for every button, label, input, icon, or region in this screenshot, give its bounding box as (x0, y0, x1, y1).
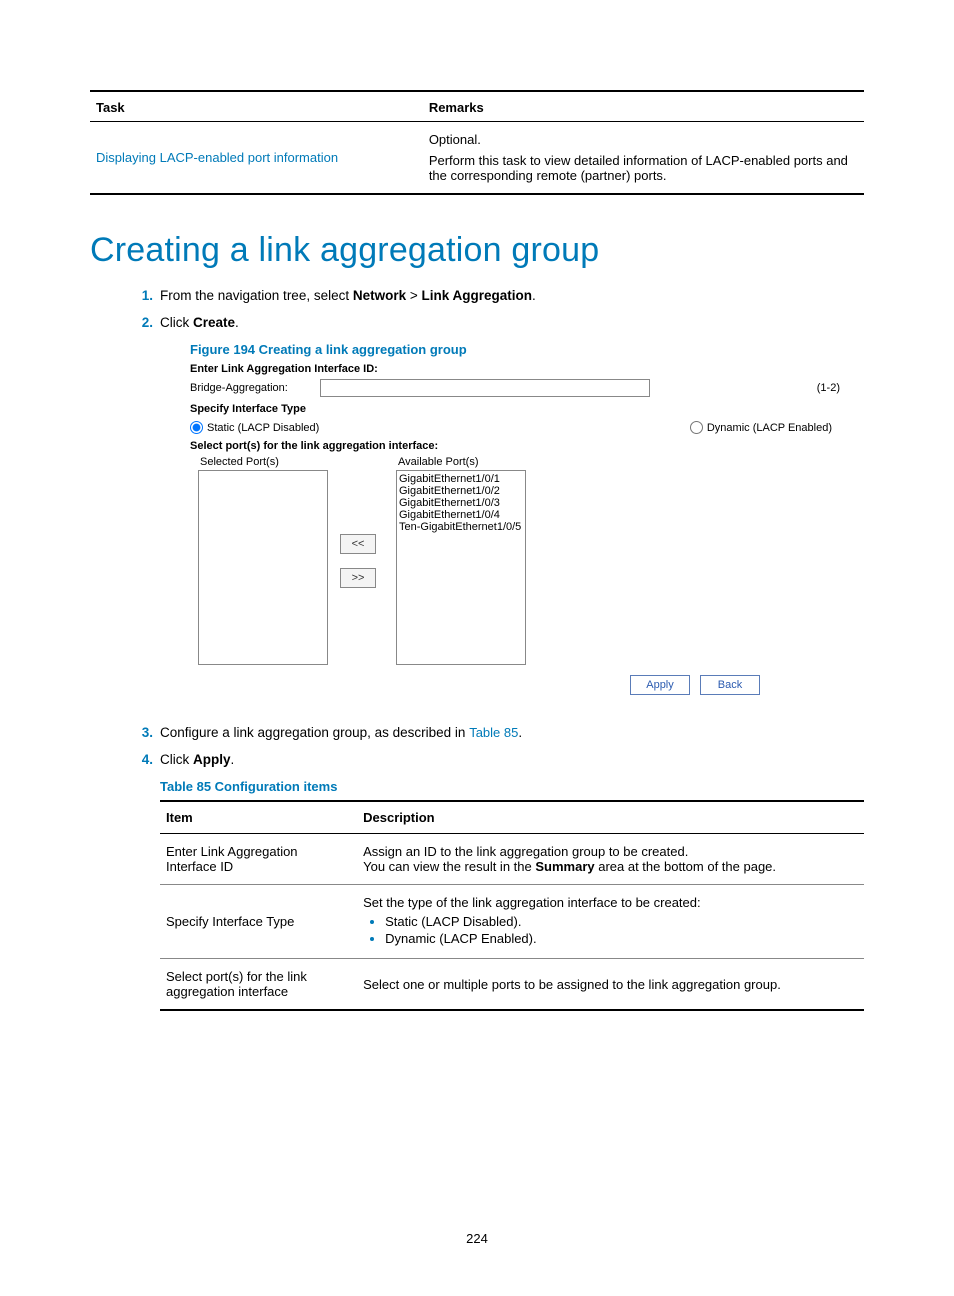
config-items-table: Item Description Enter Link Aggregation … (160, 800, 864, 1011)
table-row: Enter Link Aggregation Interface ID Assi… (160, 834, 864, 885)
list-item[interactable]: GigabitEthernet1/0/1 (399, 473, 523, 485)
bridge-agg-hint: (1-2) (817, 382, 840, 394)
move-right-button[interactable]: >> (340, 568, 376, 588)
enter-id-label: Enter Link Aggregation Interface ID: (190, 363, 840, 375)
table-caption: Table 85 Configuration items (160, 779, 864, 794)
list-item[interactable]: GigabitEthernet1/0/3 (399, 497, 523, 509)
select-ports-label: Select port(s) for the link aggregation … (190, 440, 840, 452)
bridge-agg-input[interactable] (320, 379, 650, 397)
back-button[interactable]: Back (700, 675, 760, 695)
page-number: 224 (0, 1231, 954, 1246)
radio-static-opt[interactable]: Static (LACP Disabled) (190, 421, 319, 434)
list-item[interactable]: Ten-GigabitEthernet1/0/5 (399, 521, 523, 533)
link-agg-form: Enter Link Aggregation Interface ID: Bri… (190, 363, 840, 665)
radio-dynamic-opt[interactable]: Dynamic (LACP Enabled) (690, 421, 832, 434)
lacp-port-info-link[interactable]: Displaying LACP-enabled port information (96, 150, 338, 165)
step-2: 2. Click Create. Figure 194 Creating a l… (160, 315, 864, 695)
step-3: 3. Configure a link aggregation group, a… (160, 725, 864, 740)
available-ports-label: Available Port(s) (398, 456, 526, 468)
radio-static[interactable] (190, 421, 203, 434)
table-85-link[interactable]: Table 85 (469, 725, 518, 740)
top-table-header-remarks: Remarks (423, 91, 864, 122)
table-row: Select port(s) for the link aggregation … (160, 959, 864, 1011)
step-1: 1. From the navigation tree, select Netw… (160, 288, 864, 303)
specify-type-label: Specify Interface Type (190, 403, 840, 415)
list-item[interactable]: GigabitEthernet1/0/4 (399, 509, 523, 521)
page-title: Creating a link aggregation group (90, 231, 864, 270)
table-row: Specify Interface Type Set the type of t… (160, 885, 864, 959)
selected-ports-list[interactable] (198, 470, 328, 665)
table-row: Displaying LACP-enabled port information… (90, 122, 864, 195)
step-4: 4. Click Apply. (160, 752, 864, 767)
top-table-header-task: Task (90, 91, 423, 122)
apply-button[interactable]: Apply (630, 675, 690, 695)
list-item: Dynamic (LACP Enabled). (385, 931, 858, 946)
move-left-button[interactable]: << (340, 534, 376, 554)
figure-caption: Figure 194 Creating a link aggregation g… (190, 342, 864, 357)
top-task-table: Task Remarks Displaying LACP-enabled por… (90, 90, 864, 195)
bridge-agg-label: Bridge-Aggregation: (190, 382, 320, 394)
radio-dynamic[interactable] (690, 421, 703, 434)
available-ports-list[interactable]: GigabitEthernet1/0/1 GigabitEthernet1/0/… (396, 470, 526, 665)
remarks-detail: Perform this task to view detailed infor… (429, 153, 858, 183)
remarks-optional: Optional. (429, 132, 858, 147)
list-item: Static (LACP Disabled). (385, 914, 858, 929)
selected-ports-label: Selected Port(s) (200, 456, 328, 468)
cfg-header-item: Item (160, 801, 357, 834)
list-item[interactable]: GigabitEthernet1/0/2 (399, 485, 523, 497)
cfg-header-desc: Description (357, 801, 864, 834)
